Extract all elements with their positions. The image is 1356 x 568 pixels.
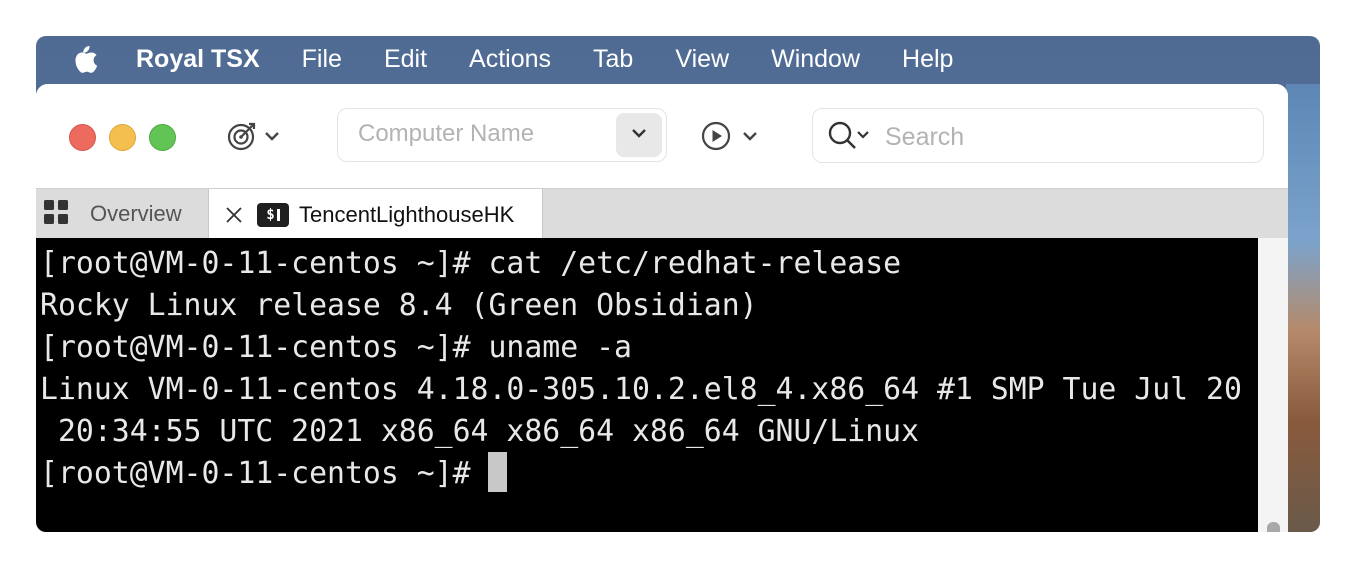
close-window-button[interactable] [69, 124, 96, 151]
terminal-scrollbar[interactable] [1258, 238, 1288, 532]
search-placeholder: Search [885, 123, 965, 151]
target-icon [226, 120, 258, 152]
menu-help[interactable]: Help [902, 45, 953, 74]
connect-menu-button[interactable] [226, 120, 280, 152]
menu-app-name[interactable]: Royal TSX [136, 45, 260, 74]
terminal-line: [root@VM-0-11-centos ~]# uname -a [40, 330, 632, 365]
menu-file[interactable]: File [302, 45, 342, 74]
computer-name-dropdown-button[interactable] [616, 113, 662, 157]
computer-name-combo[interactable]: Computer Name [337, 108, 667, 162]
menu-window[interactable]: Window [771, 45, 860, 74]
menu-actions[interactable]: Actions [469, 45, 551, 74]
close-tab-icon[interactable] [225, 206, 243, 224]
tab-overview-label: Overview [90, 201, 182, 226]
terminal-cursor [488, 451, 508, 492]
terminal-icon-glyph: $ [266, 206, 275, 223]
menu-bar: Royal TSX File Edit Actions Tab View Win… [36, 36, 1320, 82]
grid-icon [44, 199, 68, 229]
search-icon [827, 121, 875, 156]
desktop-wallpaper [1286, 84, 1320, 532]
toolbar: Computer Name Search [36, 84, 1288, 188]
tab-tencentlighthousehk-label: TencentLighthouseHK [299, 201, 515, 227]
computer-name-placeholder: Computer Name [358, 120, 535, 147]
menu-tab[interactable]: Tab [593, 45, 633, 74]
menu-view[interactable]: View [675, 45, 729, 74]
scrollbar-thumb[interactable] [1267, 522, 1280, 532]
chevron-down-icon [631, 126, 647, 144]
desktop: Royal TSX File Edit Actions Tab View Win… [36, 36, 1320, 532]
app-window: Computer Name Search Overview $ TencentL… [36, 84, 1288, 532]
terminal-line: [root@VM-0-11-centos ~]# cat /etc/redhat… [40, 246, 902, 281]
terminal-prompt: [root@VM-0-11-centos ~]# [40, 456, 489, 491]
apple-icon[interactable] [72, 44, 98, 74]
menu-edit[interactable]: Edit [384, 45, 427, 74]
minimize-window-button[interactable] [109, 124, 136, 151]
play-menu-button[interactable] [700, 120, 758, 152]
tab-tencentlighthousehk[interactable]: $ TencentLighthouseHK [209, 189, 543, 240]
tab-overview[interactable]: Overview [36, 189, 209, 239]
tab-bar: Overview $ TencentLighthouseHK [36, 188, 1288, 240]
chevron-down-icon [264, 130, 280, 142]
zoom-window-button[interactable] [149, 124, 176, 151]
terminal-output[interactable]: [root@VM-0-11-centos ~]# cat /etc/redhat… [36, 238, 1258, 532]
chevron-down-icon [742, 130, 758, 142]
search-field[interactable]: Search [812, 108, 1264, 163]
terminal-line: Linux VM-0-11-centos 4.18.0-305.10.2.el8… [40, 372, 1242, 407]
terminal-line: Rocky Linux release 8.4 (Green Obsidian) [40, 288, 758, 323]
terminal-icon: $ [257, 202, 289, 227]
terminal-line: 20:34:55 UTC 2021 x86_64 x86_64 x86_64 G… [40, 414, 920, 449]
terminal-prompt-line: [root@VM-0-11-centos ~]# [40, 451, 508, 495]
play-icon [700, 120, 732, 152]
